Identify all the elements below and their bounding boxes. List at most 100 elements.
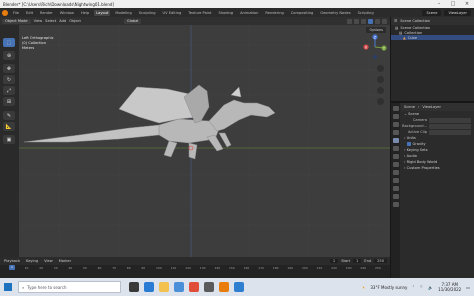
scene-field[interactable]: Scene [422,9,442,16]
frame-ruler[interactable]: 0102030405060708090100110120130140150160… [0,265,390,271]
minimize-button[interactable]: – [432,1,446,7]
camera-view-icon[interactable] [377,87,384,94]
zoom-icon[interactable] [377,65,384,72]
physics-tab-icon[interactable] [392,178,399,183]
menu-add[interactable]: Add [59,19,66,23]
camera-field[interactable] [429,117,471,123]
tab-geometry-nodes[interactable]: Geometry Nodes [318,10,352,16]
outliner-filter-icon[interactable]: ☰ [394,19,397,23]
task-view-icon[interactable] [129,282,139,292]
menu-view[interactable]: View [34,19,43,23]
menu-file[interactable]: File [11,10,21,16]
windows-start-icon[interactable] [4,283,12,291]
transform-orientation-dropdown[interactable]: Global [123,18,142,24]
window-title: Blender* [C:\Users\Rich\Downloads\Nightw… [3,1,114,7]
scale-icon[interactable]: ⤢ [3,86,15,95]
section-custom-properties[interactable]: › Custom Properties [401,165,474,171]
file-explorer-icon[interactable] [159,282,169,292]
mode-dropdown[interactable]: Object Mode [2,18,31,24]
overlay-icon[interactable] [347,18,352,24]
tab-sculpting[interactable]: Sculpting [137,10,158,16]
timeline-area[interactable]: 0102030405060708090100110120130140150160… [0,265,390,278]
maximize-button[interactable]: □ [446,1,460,7]
tab-shading[interactable]: Shading [216,10,235,16]
menu-window[interactable]: Window [58,10,76,16]
edge-browser-icon[interactable] [144,282,154,292]
menu-render[interactable]: Render [38,10,55,16]
taskbar-search-box[interactable]: ⌕ Type here to search [18,281,121,293]
notifications-icon[interactable]: ▭ [466,285,470,290]
data-tab-icon[interactable] [392,194,399,199]
outliner-row-cube[interactable]: ▲ Cube [391,35,474,40]
tab-layout[interactable]: Layout [94,9,111,16]
add-cube-icon[interactable]: ▣ [3,135,15,144]
menu-marker[interactable]: Marker [59,259,71,263]
xray-icon[interactable] [354,18,359,24]
tab-uv-editing[interactable]: UV Editing [161,10,184,16]
section-custom-properties-label: Custom Properties [406,166,440,170]
tool-tab-icon[interactable] [392,106,399,111]
weather-text[interactable]: 33°F Mostly sunny [370,285,407,290]
constraints-tab-icon[interactable] [392,186,399,191]
material-tab-icon[interactable] [392,202,399,207]
tab-animation[interactable]: Animation [238,10,260,16]
annotate-icon[interactable]: ✎ [3,111,15,120]
menu-select[interactable]: Select [45,19,56,23]
navigation-gizmo-icon[interactable]: Z Y X [362,34,388,60]
solid-shading-icon[interactable] [368,18,373,24]
tab-modeling[interactable]: Modeling [113,10,133,16]
blender-logo-icon[interactable] [2,9,8,16]
current-frame-field[interactable]: 1 [329,259,339,263]
chevron-up-icon[interactable]: ˄ [412,285,414,290]
end-frame-field[interactable]: 250 [374,259,387,263]
cursor-icon[interactable]: ⊕ [3,51,15,60]
object-tab-icon[interactable] [392,154,399,159]
3d-viewport[interactable]: Left Orthographic (0) Collection Meters … [19,25,390,257]
playhead[interactable]: 1 [9,265,15,270]
rotate-icon[interactable]: ↻ [3,75,15,84]
menu-object[interactable]: Object [69,19,81,23]
view-layer-tab-icon[interactable] [392,130,399,135]
particles-tab-icon[interactable] [392,170,399,175]
chrome-icon[interactable] [189,282,199,292]
menu-keying[interactable]: Keying [26,259,38,263]
wireframe-shading-icon[interactable] [361,18,366,24]
active-clip-field[interactable] [429,129,471,135]
tab-compositing[interactable]: Compositing [289,10,316,16]
frame-tick-label: 80 [126,266,131,270]
start-frame-field[interactable]: 1 [353,259,362,263]
menu-timeline-view[interactable]: View [44,259,53,263]
menu-edit[interactable]: Edit [24,10,35,16]
options-button[interactable]: Options [366,27,386,33]
volume-icon[interactable]: 🔈 [428,285,433,290]
viewlayer-field[interactable]: ViewLayer [444,9,471,16]
material-shading-icon[interactable] [375,18,380,24]
mail-icon[interactable] [174,282,184,292]
perspective-grid-icon[interactable] [377,98,384,105]
frame-tick-label: 250 [375,266,381,270]
select-box-icon[interactable]: ⬚ [3,38,15,47]
blender-taskbar-icon[interactable] [219,282,229,292]
background-field[interactable] [429,123,471,129]
scene-tab-icon[interactable] [392,138,399,143]
transform-icon[interactable]: ⊞ [3,97,15,106]
world-tab-icon[interactable] [392,146,399,151]
rendered-shading-icon[interactable] [382,18,387,24]
close-button[interactable]: × [460,1,474,7]
frame-tick-label: 100 [156,266,162,270]
store-icon[interactable] [204,282,214,292]
menu-help[interactable]: Help [79,10,91,16]
move-icon[interactable]: ✥ [3,64,15,73]
tab-texture-paint[interactable]: Texture Paint [186,10,213,16]
modifier-tab-icon[interactable] [392,162,399,167]
menu-playback[interactable]: Playback [4,259,20,263]
render-tab-icon[interactable] [392,114,399,119]
output-tab-icon[interactable] [392,122,399,127]
tab-rendering[interactable]: Rendering [263,10,285,16]
wifi-icon[interactable]: ⌔ [419,284,423,290]
pan-hand-icon[interactable] [377,76,384,83]
measure-icon[interactable]: 📐 [3,122,15,131]
app-icon[interactable] [234,282,244,292]
clock[interactable]: 7:37 AM 11/30/2022 [438,282,461,292]
tab-scripting[interactable]: Scripting [356,10,376,16]
